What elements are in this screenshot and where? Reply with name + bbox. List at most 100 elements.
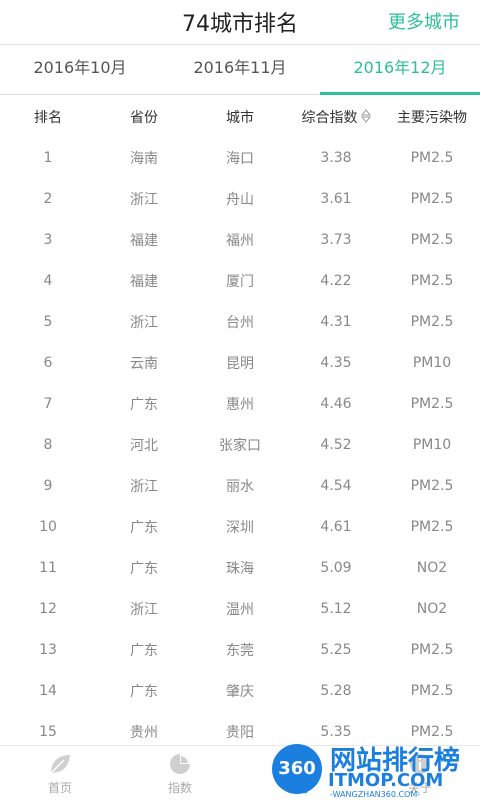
column-header-city: 城市 [226, 109, 254, 126]
province-cell: 浙江 [130, 191, 158, 208]
table-header-row: 排名 省份 城市 综合指数 主要污染物 [0, 96, 480, 137]
rank-cell: 4 [43, 272, 53, 289]
city-cell: 温州 [226, 601, 254, 618]
table-row[interactable]: 11 广东 珠海 5.09 NO2 [0, 547, 480, 588]
tab-2016-10[interactable]: 2016年10月 [0, 44, 160, 94]
index-cell: 4.46 [320, 395, 352, 412]
index-cell: 3.38 [320, 149, 352, 166]
province-cell: 广东 [130, 519, 158, 536]
rank-cell: 11 [39, 559, 57, 576]
leaf-icon [50, 755, 70, 774]
column-header-index[interactable]: 综合指数 [288, 107, 384, 127]
rank-cell: 6 [43, 354, 53, 371]
province-cell: 广东 [130, 642, 158, 659]
index-cell: 5.35 [320, 723, 352, 740]
province-cell: 广东 [130, 683, 158, 700]
city-cell: 东莞 [226, 642, 254, 659]
table-row[interactable]: 6 云南 昆明 4.35 PM10 [0, 342, 480, 383]
table-row[interactable]: 1 海南 海口 3.38 PM2.5 [0, 137, 480, 178]
pollutant-cell: PM2.5 [410, 231, 454, 248]
table-row[interactable]: 12 浙江 温州 5.12 NO2 [0, 588, 480, 629]
pollutant-cell: NO2 [416, 559, 448, 576]
rank-cell: 8 [43, 436, 53, 453]
city-cell: 福州 [226, 232, 254, 249]
province-cell: 河北 [130, 437, 158, 454]
index-cell: 4.54 [320, 477, 352, 494]
watermark-badge: 360 [272, 744, 322, 794]
city-cell: 深圳 [226, 519, 254, 536]
pollutant-cell: PM2.5 [410, 190, 454, 207]
rank-cell: 12 [39, 600, 57, 617]
index-cell: 4.31 [320, 313, 352, 330]
pollutant-cell: PM10 [412, 354, 452, 371]
rank-cell: 2 [43, 190, 53, 207]
province-cell: 云南 [130, 355, 158, 372]
index-cell: 3.61 [320, 190, 352, 207]
table-row[interactable]: 2 浙江 舟山 3.61 PM2.5 [0, 178, 480, 219]
city-cell: 珠海 [226, 560, 254, 577]
city-cell: 贵阳 [226, 724, 254, 741]
header-bar: 74城市排名 更多城市 [0, 0, 480, 45]
rank-cell: 9 [43, 477, 53, 494]
column-header-province: 省份 [130, 109, 158, 126]
nav-item-index[interactable]: 指数 [120, 746, 240, 800]
table-row[interactable]: 8 河北 张家口 4.52 PM10 [0, 424, 480, 465]
tab-2016-12[interactable]: 2016年12月 [320, 44, 480, 95]
table-row[interactable]: 3 福建 福州 3.73 PM2.5 [0, 219, 480, 260]
tab-2016-11[interactable]: 2016年11月 [160, 44, 320, 94]
province-cell: 福建 [130, 273, 158, 290]
pollutant-cell: PM2.5 [410, 518, 454, 535]
province-cell: 浙江 [130, 314, 158, 331]
rank-cell: 1 [43, 149, 53, 166]
index-cell: 4.52 [320, 436, 352, 453]
table-row[interactable]: 14 广东 肇庆 5.28 PM2.5 [0, 670, 480, 711]
pollutant-cell: PM2.5 [410, 272, 454, 289]
pollutant-cell: PM2.5 [410, 477, 454, 494]
table-row[interactable]: 5 浙江 台州 4.31 PM2.5 [0, 301, 480, 342]
pollutant-cell: PM2.5 [410, 682, 454, 699]
rank-cell: 10 [39, 518, 57, 535]
watermark-logo: 360 网站排行榜 ITMOP.COM -WANGZHAN360.COM- [272, 740, 480, 800]
table-row[interactable]: 4 福建 厦门 4.22 PM2.5 [0, 260, 480, 301]
pie-chart-icon [170, 754, 190, 774]
city-cell: 肇庆 [226, 683, 254, 700]
rank-cell: 13 [39, 641, 57, 658]
column-header-pollutant: 主要污染物 [397, 109, 467, 126]
pollutant-cell: NO2 [416, 600, 448, 617]
table-row[interactable]: 13 广东 东莞 5.25 PM2.5 [0, 629, 480, 670]
sort-icon[interactable] [360, 108, 371, 127]
more-cities-link[interactable]: 更多城市 [388, 8, 460, 34]
table-row[interactable]: 10 广东 深圳 4.61 PM2.5 [0, 506, 480, 547]
province-cell: 广东 [130, 396, 158, 413]
city-cell: 惠州 [226, 396, 254, 413]
city-cell: 丽水 [226, 478, 254, 495]
rank-cell: 5 [43, 313, 53, 330]
pollutant-cell: PM2.5 [410, 395, 454, 412]
city-cell: 海口 [226, 150, 254, 167]
province-cell: 浙江 [130, 478, 158, 495]
table-body: 1 海南 海口 3.38 PM2.5 2 浙江 舟山 3.61 PM2.5 3 福建 福州 3.73 PM2… [0, 137, 480, 752]
index-cell: 5.12 [320, 600, 352, 617]
province-cell: 贵州 [130, 724, 158, 741]
watermark-brand: ITMOP.COM [328, 770, 444, 791]
pollutant-cell: PM2.5 [410, 641, 454, 658]
table-row[interactable]: 7 广东 惠州 4.46 PM2.5 [0, 383, 480, 424]
table-row[interactable]: 9 浙江 丽水 4.54 PM2.5 [0, 465, 480, 506]
rank-cell: 14 [39, 682, 57, 699]
ranking-table: 排名 省份 城市 综合指数 主要污染物 1 海南 海口 3.38 PM2.5 2 浙江 舟山 3… [0, 96, 480, 752]
nav-item-home[interactable]: 首页 [0, 746, 120, 800]
city-cell: 张家口 [219, 437, 261, 454]
province-cell: 海南 [130, 150, 158, 167]
index-cell: 4.35 [320, 354, 352, 371]
index-cell: 5.25 [320, 641, 352, 658]
watermark-sub: -WANGZHAN360.COM- [330, 790, 421, 799]
province-cell: 福建 [130, 232, 158, 249]
nav-label-index: 指数 [167, 781, 192, 795]
index-cell: 4.22 [320, 272, 352, 289]
index-cell: 5.28 [320, 682, 352, 699]
pollutant-cell: PM10 [412, 436, 452, 453]
province-cell: 广东 [130, 560, 158, 577]
rank-cell: 15 [39, 723, 57, 740]
month-tabs: 2016年10月 2016年11月 2016年12月 [0, 44, 480, 95]
city-cell: 舟山 [226, 191, 254, 208]
